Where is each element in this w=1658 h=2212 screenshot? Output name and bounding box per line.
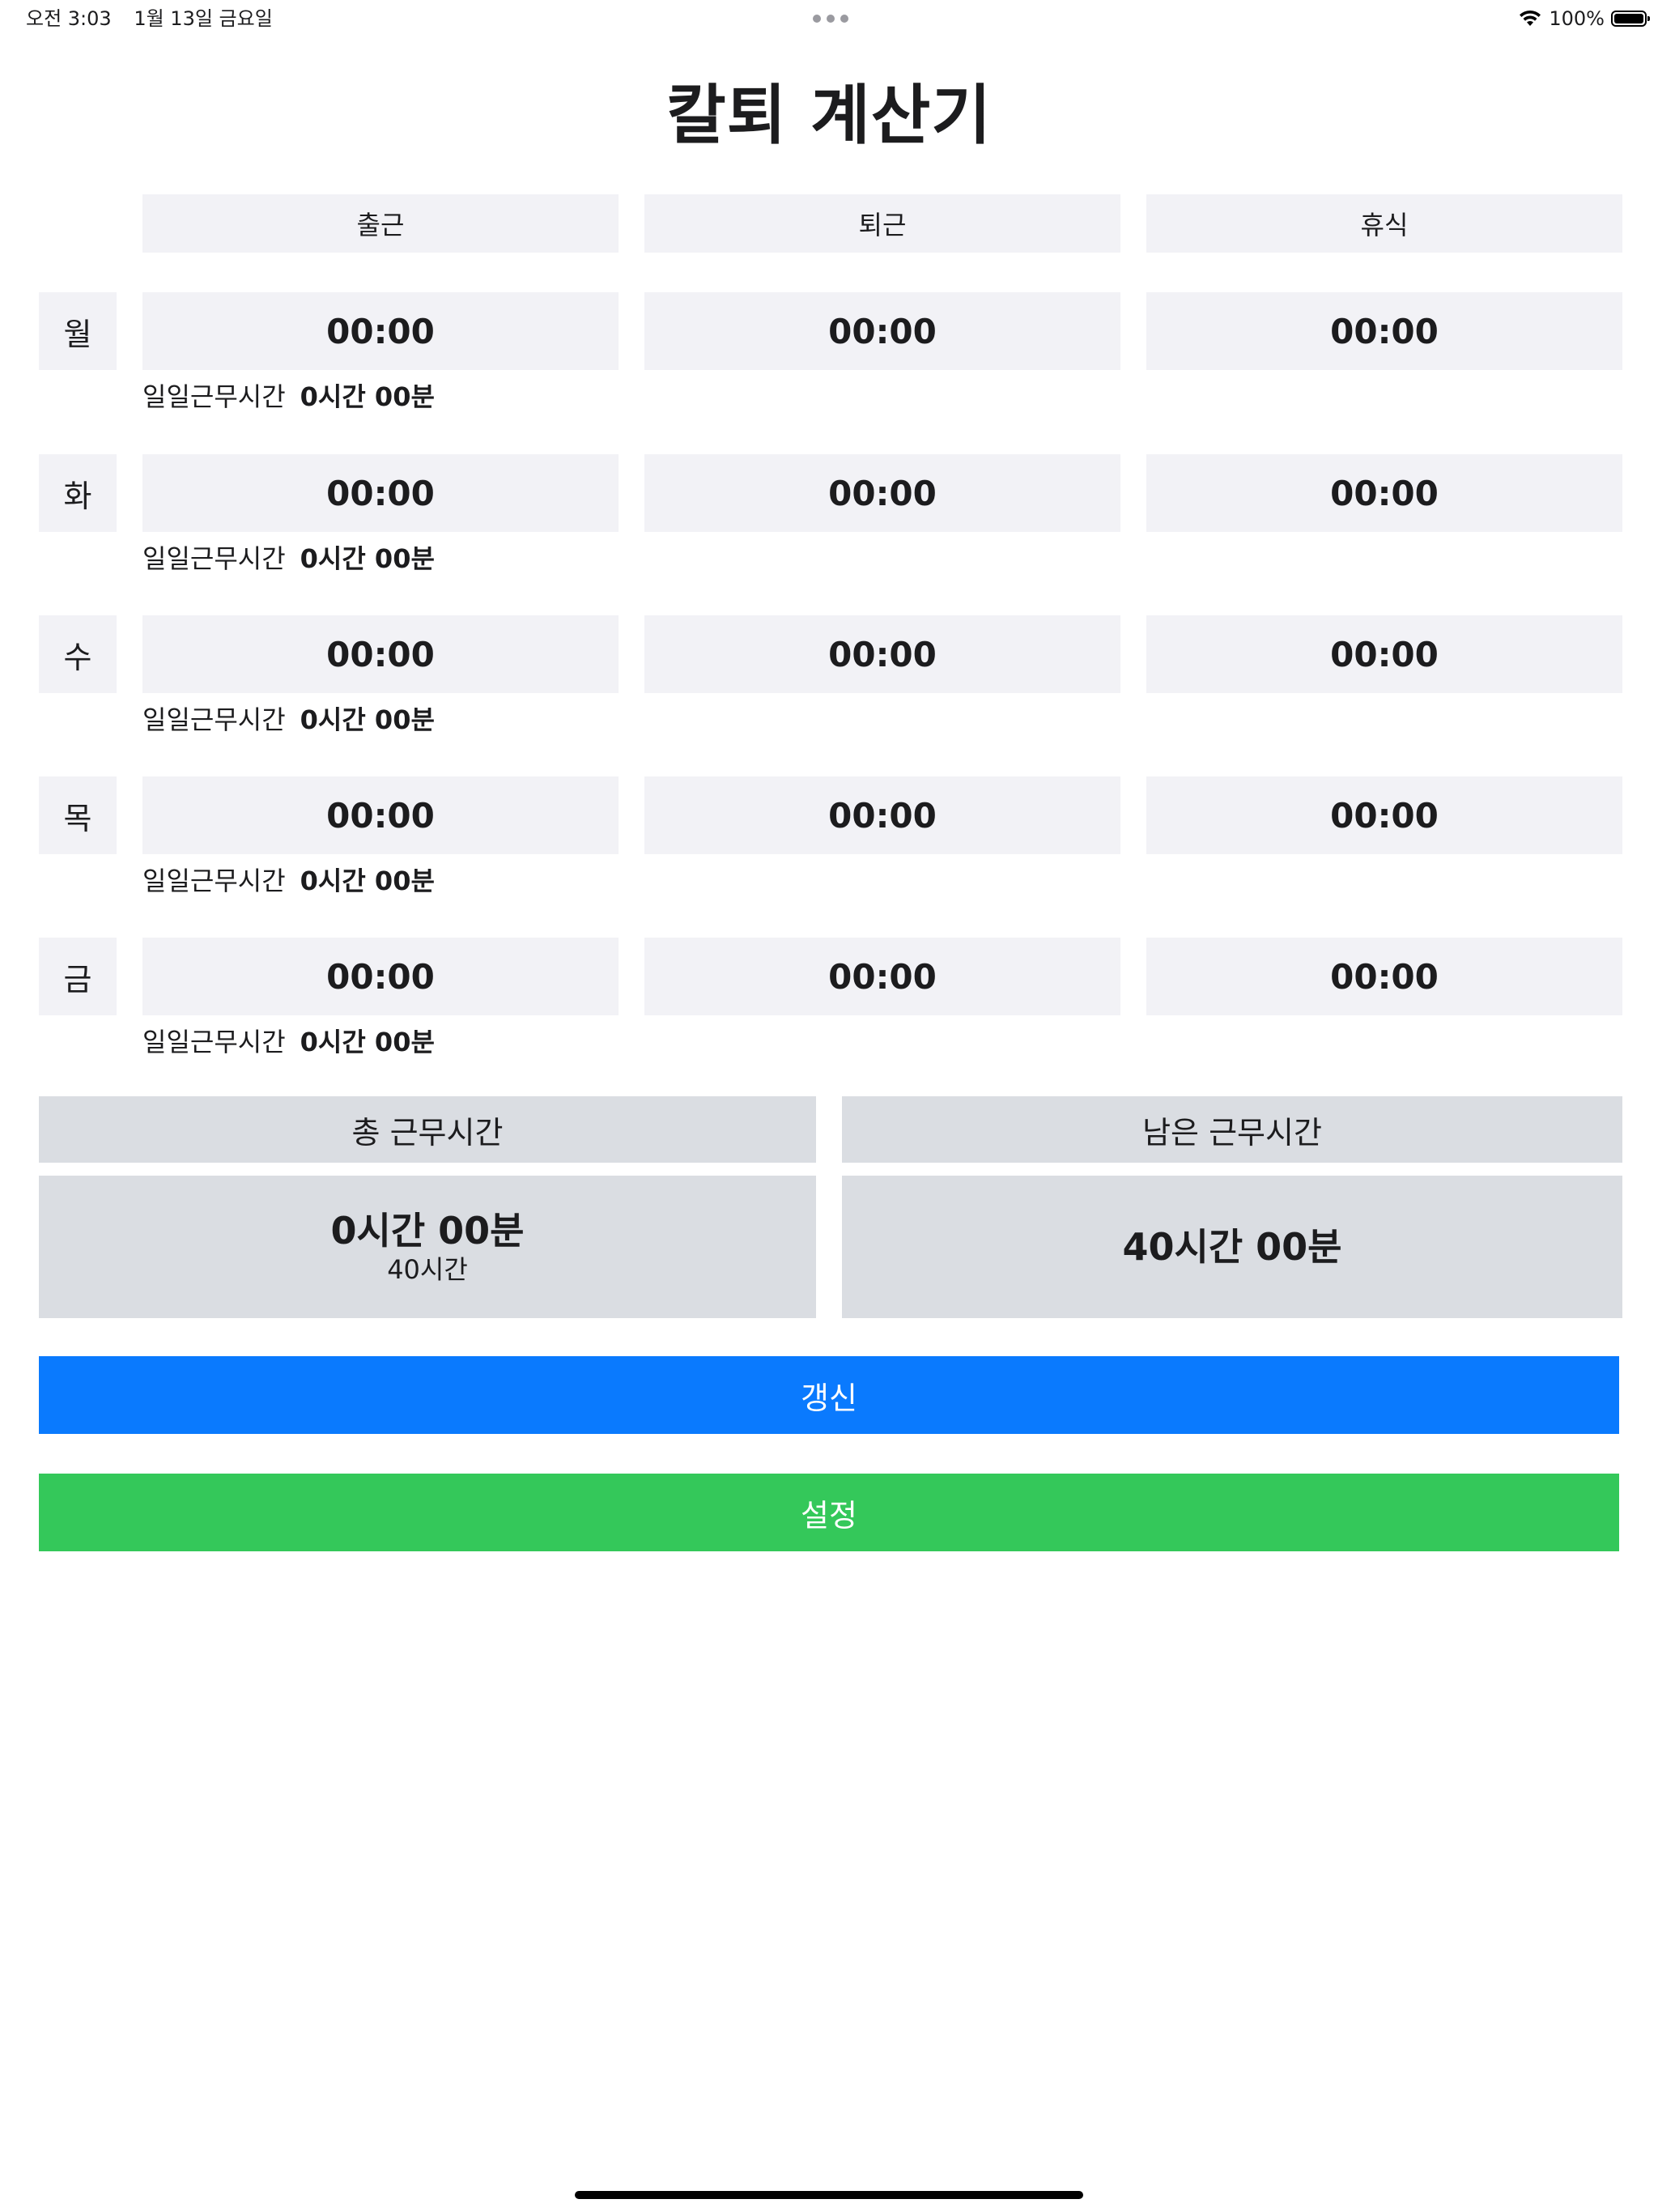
page-title: 칼퇴 계산기	[666, 78, 992, 153]
status-bar-right: 100%	[1518, 5, 1650, 32]
total-work-time-header: 총 근무시간	[39, 1096, 816, 1163]
start-time-field[interactable]: 00:00	[142, 776, 619, 854]
start-time-field[interactable]: 00:00	[142, 454, 619, 532]
start-time-field[interactable]: 00:00	[142, 615, 619, 693]
column-header-rest: 휴식	[1146, 194, 1622, 253]
column-header-start: 출근	[142, 194, 619, 253]
column-header-end: 퇴근	[644, 194, 1120, 253]
daily-work-value: 0시간 00분	[300, 1027, 435, 1057]
remaining-work-time-value: 40시간 00분	[1122, 1225, 1342, 1269]
refresh-button[interactable]: 갱신	[39, 1356, 1619, 1434]
daily-work-value: 0시간 00분	[300, 866, 435, 896]
weekly-target-hours: 40시간	[387, 1254, 468, 1285]
daily-work-time: 일일근무시간 0시간 00분	[142, 541, 435, 576]
rest-time-field[interactable]: 00:00	[1146, 454, 1622, 532]
start-time-field[interactable]: 00:00	[142, 292, 619, 370]
day-label: 수	[39, 615, 117, 693]
total-work-time-value: 0시간 00분	[330, 1209, 525, 1253]
end-time-field[interactable]: 00:00	[644, 615, 1120, 693]
daily-work-label: 일일근무시간	[142, 866, 286, 896]
day-label: 월	[39, 292, 117, 370]
daily-work-value: 0시간 00분	[300, 543, 435, 574]
end-time-field[interactable]: 00:00	[644, 454, 1120, 532]
daily-work-time: 일일근무시간 0시간 00분	[142, 702, 435, 738]
daily-work-value: 0시간 00분	[300, 381, 435, 412]
daily-work-label: 일일근무시간	[142, 1027, 286, 1057]
rest-time-field[interactable]: 00:00	[1146, 938, 1622, 1015]
status-date: 1월 13일 금요일	[134, 7, 273, 30]
total-work-time-box: 0시간 00분 40시간	[39, 1176, 816, 1318]
day-label: 화	[39, 454, 117, 532]
day-label: 금	[39, 938, 117, 1015]
daily-work-label: 일일근무시간	[142, 704, 286, 735]
rest-time-field[interactable]: 00:00	[1146, 292, 1622, 370]
daily-work-time: 일일근무시간 0시간 00분	[142, 863, 435, 899]
status-bar-left: 오전 3:03 1월 13일 금요일	[26, 5, 289, 32]
remaining-work-time-box: 40시간 00분	[842, 1176, 1622, 1318]
daily-work-time: 일일근무시간 0시간 00분	[142, 379, 435, 415]
day-label: 목	[39, 776, 117, 854]
rest-time-field[interactable]: 00:00	[1146, 776, 1622, 854]
remaining-work-time-header: 남은 근무시간	[842, 1096, 1622, 1163]
daily-work-label: 일일근무시간	[142, 543, 286, 574]
status-time: 오전 3:03	[26, 7, 112, 30]
settings-button[interactable]: 설정	[39, 1474, 1619, 1551]
wifi-icon	[1520, 10, 1541, 26]
end-time-field[interactable]: 00:00	[644, 292, 1120, 370]
battery-icon	[1611, 11, 1650, 27]
daily-work-time: 일일근무시간 0시간 00분	[142, 1024, 435, 1060]
rest-time-field[interactable]: 00:00	[1146, 615, 1622, 693]
daily-work-value: 0시간 00분	[300, 704, 435, 735]
home-indicator[interactable]	[575, 2191, 1083, 2199]
start-time-field[interactable]: 00:00	[142, 938, 619, 1015]
multitasking-dots-icon[interactable]	[813, 15, 848, 24]
daily-work-label: 일일근무시간	[142, 381, 286, 412]
end-time-field[interactable]: 00:00	[644, 776, 1120, 854]
end-time-field[interactable]: 00:00	[644, 938, 1120, 1015]
battery-percent: 100%	[1549, 7, 1605, 30]
